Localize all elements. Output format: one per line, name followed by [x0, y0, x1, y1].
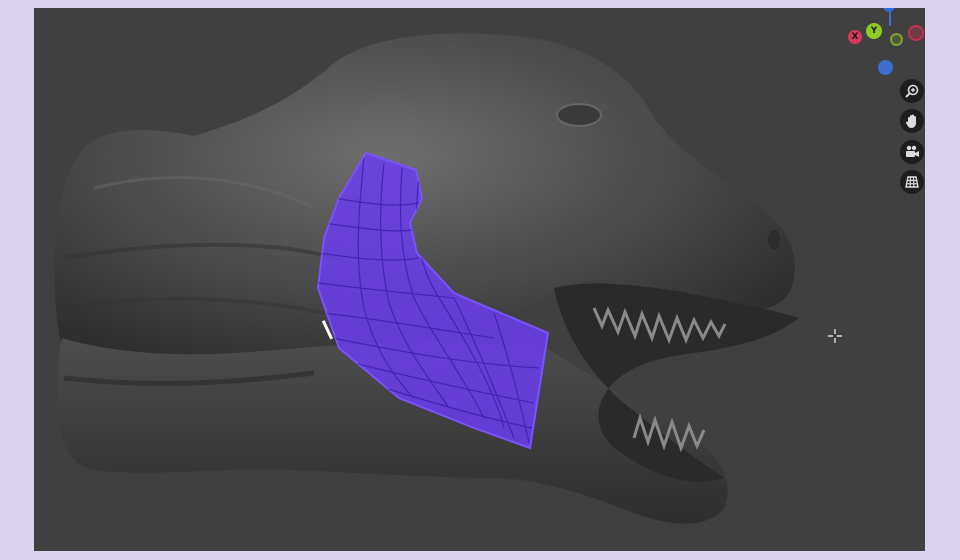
gizmo-neg-x-axis[interactable] [908, 25, 924, 41]
y-label: Y [870, 26, 878, 36]
hand-icon [905, 114, 916, 128]
zoom-in-icon [905, 84, 919, 98]
camera-icon [906, 145, 919, 157]
gizmo-z-axis[interactable] [878, 60, 893, 75]
3d-viewport[interactable]: X Y [34, 8, 925, 551]
pan-button[interactable] [900, 109, 924, 133]
camera-button[interactable] [900, 140, 924, 164]
grid-icon [905, 176, 919, 188]
gizmo-x-axis[interactable]: X [848, 30, 862, 44]
grid-button[interactable] [900, 170, 924, 194]
gizmo-y-axis[interactable]: Y [866, 23, 882, 39]
x-label: X [851, 32, 859, 42]
zoom-button[interactable] [900, 79, 924, 103]
gizmo-neg-y-axis[interactable] [890, 33, 903, 46]
sculpt-mesh[interactable] [34, 8, 925, 551]
crosshair-cursor-icon [828, 329, 842, 343]
